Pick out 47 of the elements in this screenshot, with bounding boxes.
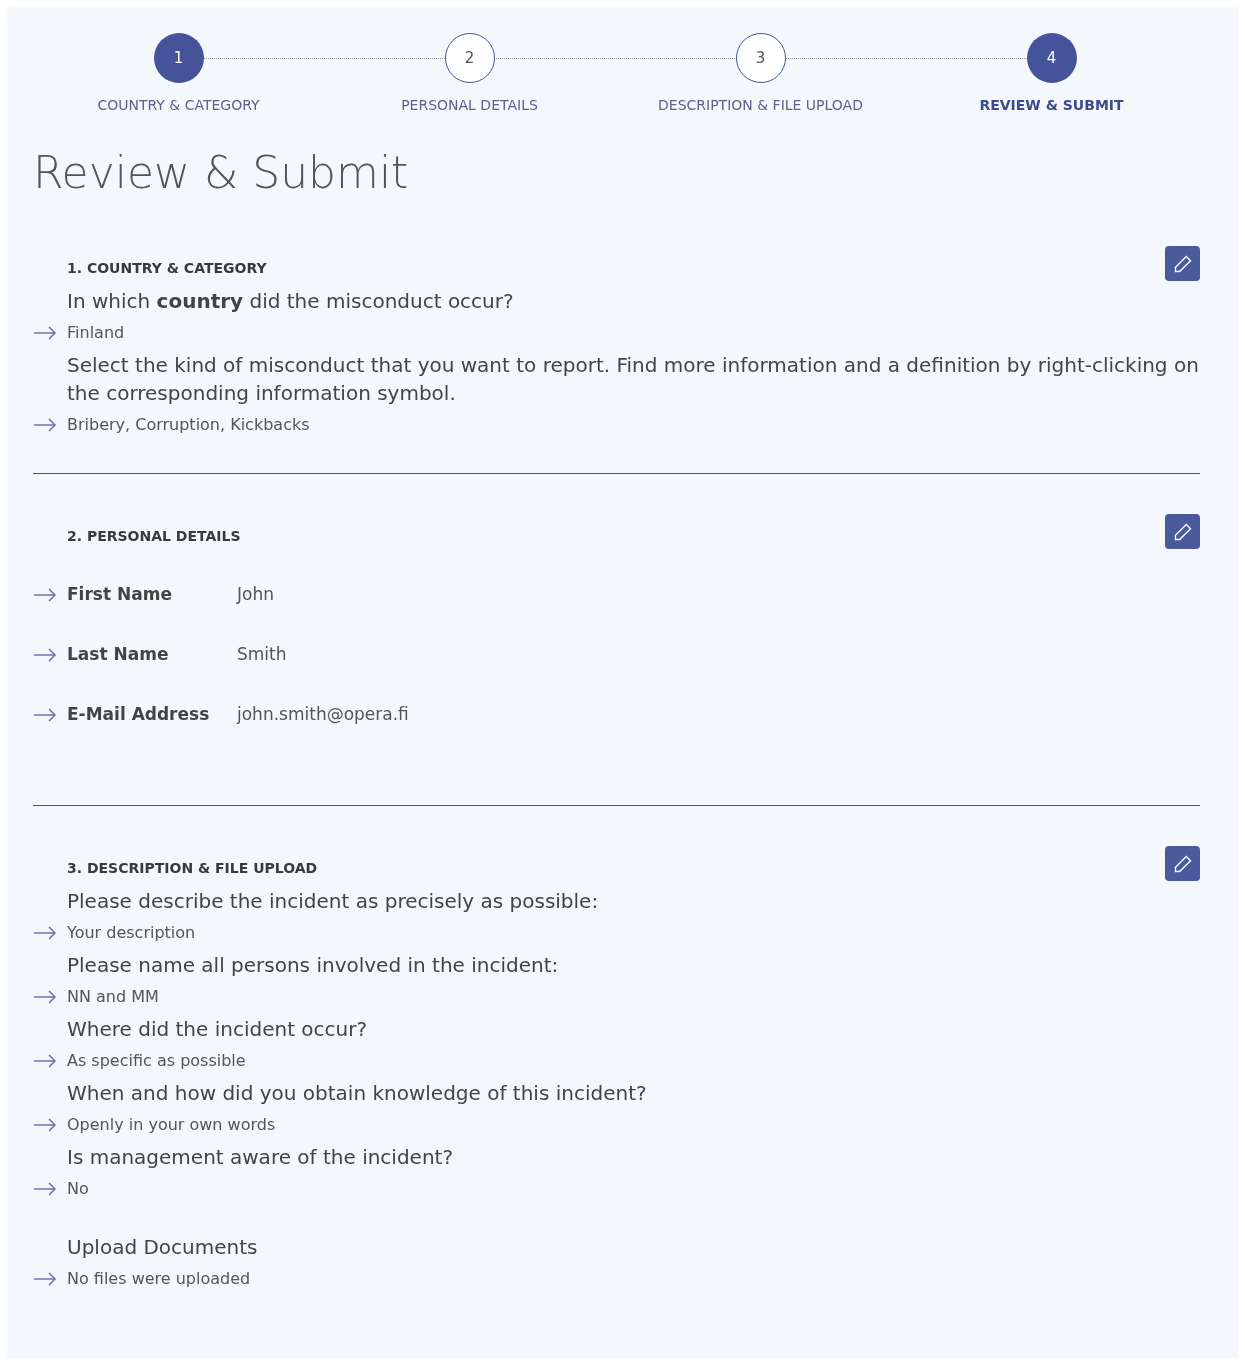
answer-text: Finland xyxy=(67,322,125,344)
answer-text: No xyxy=(67,1178,89,1200)
question-text: Select the kind of misconduct that you want to report. Find more information and a definition by right-clicking on the corresponding information symbol. xyxy=(67,352,1200,407)
question-text: Please describe the incident as precisely as possible: xyxy=(67,888,600,915)
answer-text: Your description xyxy=(67,922,196,944)
field-value: john.smith@opera.fi xyxy=(237,703,409,727)
arrow-icon xyxy=(33,1272,57,1286)
arrow-icon xyxy=(33,326,57,340)
pencil-icon xyxy=(1172,521,1193,542)
arrow-icon xyxy=(33,648,57,662)
arrow-icon xyxy=(33,1182,57,1196)
step-label: COUNTRY & CATEGORY xyxy=(97,96,260,115)
section-heading: 3. DESCRIPTION & FILE UPLOAD xyxy=(67,859,318,878)
step-label: PERSONAL DETAILS xyxy=(401,96,538,115)
arrow-icon xyxy=(33,926,57,940)
pencil-icon xyxy=(1172,253,1193,274)
field-value: John xyxy=(237,583,274,607)
arrow-icon xyxy=(33,990,57,1004)
answer-text: Openly in your own words xyxy=(67,1114,276,1136)
answer-text: NN and MM xyxy=(67,986,159,1008)
question-text: In which country did the misconduct occur? xyxy=(67,288,515,315)
edit-button[interactable] xyxy=(1165,246,1200,281)
arrow-icon xyxy=(33,708,57,722)
section-heading: 2. PERSONAL DETAILS xyxy=(67,527,241,546)
question-text: Please name all persons involved in the incident: xyxy=(67,952,560,979)
question-text: When and how did you obtain knowledge of this incident? xyxy=(67,1080,648,1107)
answer-text: No files were uploaded xyxy=(67,1268,251,1290)
question-text: Where did the incident occur? xyxy=(67,1016,369,1043)
arrow-icon xyxy=(33,588,57,602)
field-value: Smith xyxy=(237,643,287,667)
step-label: REVIEW & SUBMIT xyxy=(979,96,1124,115)
edit-button[interactable] xyxy=(1165,514,1200,549)
pencil-icon xyxy=(1172,853,1193,874)
arrow-icon xyxy=(33,1118,57,1132)
page-title: Review & Submit xyxy=(33,146,410,200)
section-heading: 1. COUNTRY & CATEGORY xyxy=(67,259,267,278)
answer-text: Bribery, Corruption, Kickbacks xyxy=(67,414,310,436)
edit-button[interactable] xyxy=(1165,846,1200,881)
step-label: DESCRIPTION & FILE UPLOAD xyxy=(658,96,863,115)
upload-heading: Upload Documents xyxy=(67,1234,259,1261)
field-label: E-Mail Address xyxy=(67,703,211,727)
question-text: Is management aware of the incident? xyxy=(67,1144,455,1171)
answer-text: As specific as possible xyxy=(67,1050,246,1072)
arrow-icon xyxy=(33,1054,57,1068)
field-label: First Name xyxy=(67,583,173,607)
field-label: Last Name xyxy=(67,643,170,667)
arrow-icon xyxy=(33,418,57,432)
